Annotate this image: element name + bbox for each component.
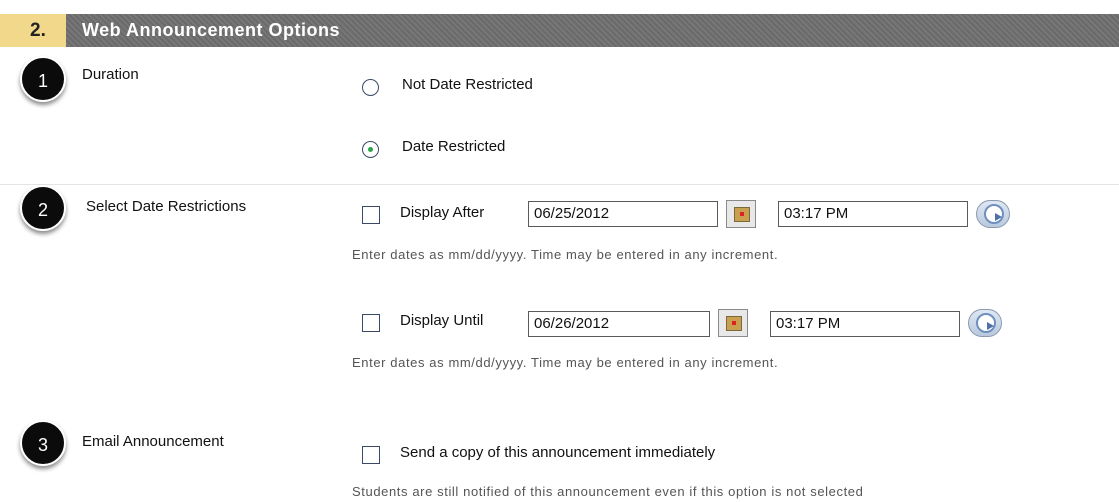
date-format-hint-until: Enter dates as mm/dd/yyyy. Time may be e… bbox=[352, 355, 779, 370]
email-note: Students are still notified of this anno… bbox=[352, 484, 864, 499]
display-after-time-input[interactable]: 03:17 PM bbox=[778, 201, 968, 227]
email-announcement-label: Email Announcement bbox=[82, 433, 224, 450]
display-after-checkbox[interactable] bbox=[362, 206, 380, 224]
section-header: 2. Web Announcement Options bbox=[0, 14, 1119, 47]
display-after-date-input[interactable]: 06/25/2012 bbox=[528, 201, 718, 227]
row-divider bbox=[0, 184, 1119, 185]
radio-date-restricted[interactable] bbox=[362, 141, 379, 158]
clock-icon[interactable] bbox=[976, 200, 1010, 228]
display-until-date-input[interactable]: 06/26/2012 bbox=[528, 311, 710, 337]
duration-label: Duration bbox=[82, 66, 139, 83]
send-copy-label[interactable]: Send a copy of this announcement immedia… bbox=[400, 444, 715, 461]
step-badge-3: 3 bbox=[20, 420, 66, 466]
display-until-checkbox[interactable] bbox=[362, 314, 380, 332]
step-badge-2: 2 bbox=[20, 185, 66, 231]
send-copy-checkbox[interactable] bbox=[362, 446, 380, 464]
step-badge-1: 1 bbox=[20, 56, 66, 102]
display-after-label: Display After bbox=[400, 204, 485, 221]
section-title: Web Announcement Options bbox=[66, 14, 1119, 47]
calendar-icon[interactable] bbox=[718, 309, 748, 337]
date-restrictions-label: Select Date Restrictions bbox=[86, 198, 247, 215]
radio-not-date-restricted[interactable] bbox=[362, 79, 379, 96]
clock-icon[interactable] bbox=[968, 309, 1002, 337]
calendar-icon[interactable] bbox=[726, 200, 756, 228]
date-format-hint-after: Enter dates as mm/dd/yyyy. Time may be e… bbox=[352, 247, 779, 262]
display-until-label: Display Until bbox=[400, 312, 484, 329]
step-number: 2. bbox=[0, 14, 66, 47]
display-until-time-input[interactable]: 03:17 PM bbox=[770, 311, 960, 337]
radio-label-date-restricted[interactable]: Date Restricted bbox=[402, 138, 505, 155]
radio-label-not-date-restricted[interactable]: Not Date Restricted bbox=[402, 76, 533, 93]
